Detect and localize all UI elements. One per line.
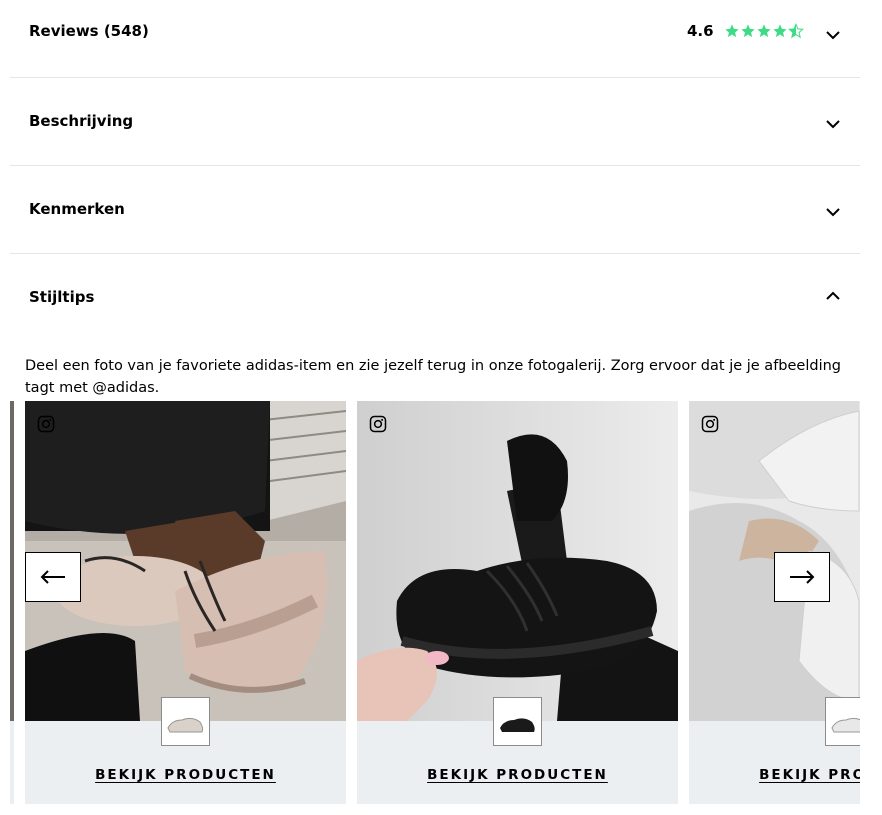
view-products-link[interactable]: BEKIJK PRODUCTEN <box>357 767 678 783</box>
star-rating <box>724 23 804 39</box>
instagram-icon <box>701 415 719 433</box>
star-icon <box>756 24 771 38</box>
view-products-link[interactable]: BEKIJK PRODUCTEN <box>689 767 860 783</box>
chevron-down-icon[interactable] <box>825 27 841 43</box>
product-thumbnail[interactable] <box>825 697 860 746</box>
star-half-icon <box>787 23 804 39</box>
star-icon <box>724 24 739 38</box>
accordion-kenmerken[interactable]: Kenmerken <box>10 166 860 254</box>
product-thumbnail[interactable] <box>161 697 210 746</box>
carousel-next-button[interactable] <box>774 552 830 602</box>
chevron-up-icon[interactable] <box>825 288 841 304</box>
gallery-card[interactable]: BEKIJK PRODUCTEN <box>357 401 678 804</box>
rating-value: 4.6 <box>687 22 714 40</box>
accordion-stijltips[interactable]: Stijltips <box>10 254 860 324</box>
accordion-reviews[interactable]: Reviews (548) 4.6 <box>10 0 860 78</box>
chevron-down-icon[interactable] <box>825 116 841 132</box>
instagram-icon <box>369 415 387 433</box>
accordion-beschrijving[interactable]: Beschrijving <box>10 78 860 166</box>
chevron-down-icon[interactable] <box>825 204 841 220</box>
kenmerken-title: Kenmerken <box>29 200 125 218</box>
stijltips-title: Stijltips <box>29 288 95 306</box>
arrow-left-icon <box>40 570 65 584</box>
view-products-link[interactable]: BEKIJK PRODUCTEN <box>25 767 346 783</box>
ugc-gallery: BEKIJK PRODUCTEN BEKIJK PRODUCTEN BEKIJK… <box>10 401 860 804</box>
stijltips-description: Deel een foto van je favoriete adidas-it… <box>25 358 842 396</box>
reviews-title: Reviews (548) <box>29 22 149 40</box>
rating-summary: 4.6 <box>687 22 804 40</box>
gallery-card[interactable]: BEKIJK PRODUCTEN <box>689 401 860 804</box>
star-icon <box>740 24 755 38</box>
beschrijving-title: Beschrijving <box>29 112 134 130</box>
arrow-right-icon <box>790 570 815 584</box>
instagram-icon <box>37 415 55 433</box>
product-thumbnail[interactable] <box>493 697 542 746</box>
carousel-prev-button[interactable] <box>25 552 81 602</box>
star-icon <box>772 24 787 38</box>
gallery-card[interactable]: BEKIJK PRODUCTEN <box>25 401 346 804</box>
ugc-photo[interactable] <box>357 401 678 721</box>
